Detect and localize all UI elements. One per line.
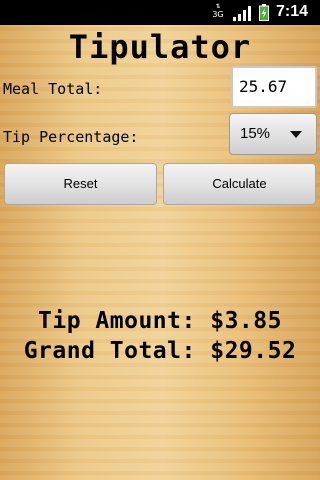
network-3g-icon: ⇅ 3G [212, 3, 224, 19]
grand-total-value: $29.52 [210, 338, 297, 364]
meal-total-label: Meal Total: [3, 80, 103, 98]
status-time: 7:14 [276, 3, 309, 20]
tip-amount-value: $3.85 [210, 308, 282, 334]
tip-amount-label: Tip Amount: [38, 308, 196, 334]
tip-percentage-spinner[interactable]: 15% [229, 113, 317, 155]
status-bar: ⇅ 3G 7:14 [0, 0, 320, 25]
grand-total-result: Grand Total: $29.52 [0, 338, 320, 364]
meal-total-input[interactable]: 25.67 [231, 66, 317, 108]
tip-amount-result: Tip Amount: $3.85 [0, 308, 320, 334]
app-title: Tipulator [68, 28, 252, 66]
tip-percentage-value: 15% [240, 125, 271, 142]
tip-percentage-label: Tip Percentage: [3, 128, 139, 146]
battery-charging-icon [259, 4, 269, 21]
app-screen: ⇅ 3G 7:14 Tipulator Meal Total: 25.67 Ti… [0, 0, 320, 480]
dropdown-arrow-icon [290, 131, 302, 138]
grand-total-label: Grand Total: [23, 338, 196, 364]
calculate-button[interactable]: Calculate [163, 163, 316, 205]
reset-button[interactable]: Reset [4, 163, 157, 205]
signal-strength-icon [233, 6, 251, 21]
network-type-label: 3G [212, 10, 224, 19]
